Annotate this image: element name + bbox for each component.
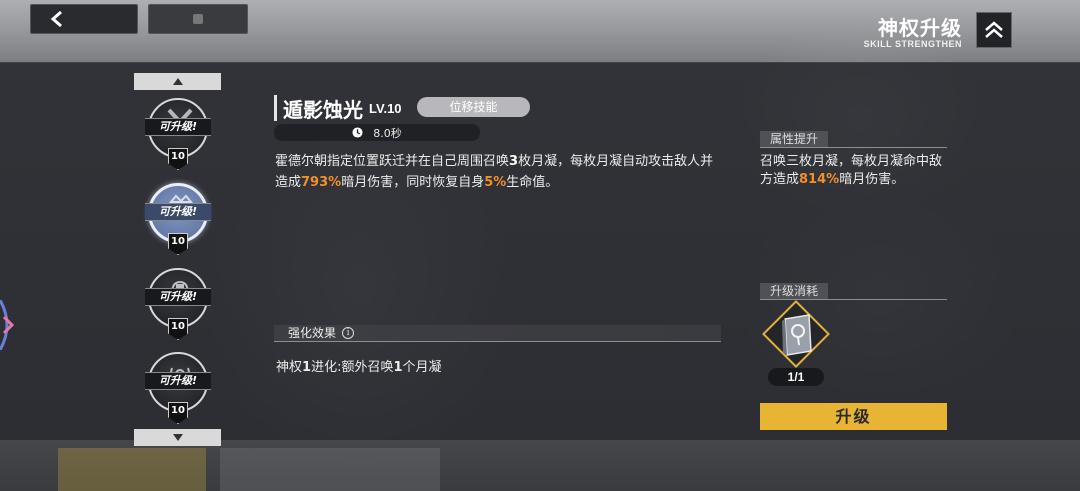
enhance-section-header: 强化效果 i xyxy=(274,325,721,342)
cost-header-label: 升级消耗 xyxy=(760,283,829,299)
skill-slot-1[interactable]: 可升级! 10 xyxy=(145,98,211,174)
enhance-number: 1 xyxy=(302,360,312,375)
collapse-button[interactable] xyxy=(976,12,1012,48)
bottom-strip xyxy=(0,440,1080,491)
upgrade-button[interactable]: 升级 xyxy=(760,403,947,430)
item-count: 1/1 xyxy=(768,368,824,386)
skill-level-badge: 10 xyxy=(168,148,188,170)
skill-name: 遁影蚀光 xyxy=(283,98,363,122)
back-button[interactable] xyxy=(30,4,138,34)
skill-level-badge: 10 xyxy=(168,233,188,255)
skill-level-badge: 10 xyxy=(168,318,188,340)
bottom-yellow-block xyxy=(58,448,206,491)
clock-icon xyxy=(352,127,363,138)
double-chevron-up-icon xyxy=(985,21,1003,38)
chevron-left-icon xyxy=(50,10,62,28)
page-title: 神权升级 xyxy=(878,16,962,40)
cost-item[interactable]: 1/1 xyxy=(762,300,830,386)
home-button[interactable] xyxy=(148,4,248,34)
upgradable-tag: 可升级! xyxy=(145,118,211,136)
enhance-text: 进化:额外召唤 xyxy=(311,360,394,375)
attribute-header: 属性提升 xyxy=(760,131,947,148)
enhance-text: 神权 xyxy=(276,360,303,375)
side-drawer-arrow-icon[interactable] xyxy=(0,300,20,350)
skill-book-icon xyxy=(782,314,812,356)
desc-highlight: 5% xyxy=(484,175,507,190)
desc-highlight: 793% xyxy=(301,175,342,190)
attribute-description: 召唤三枚月凝，每枚月凝命中敌方造成814%暗月伤害。 xyxy=(760,153,948,189)
bottom-gray-block xyxy=(220,448,440,491)
attr-text: 暗月伤害。 xyxy=(839,172,905,187)
cooldown-value: 8.0秒 xyxy=(373,126,402,140)
skill-slot-4[interactable]: 可升级! 10 xyxy=(145,352,211,428)
info-icon[interactable]: i xyxy=(342,327,355,339)
cost-header: 升级消耗 xyxy=(760,283,947,300)
skill-description: 霍德尔朝指定位置跃迁并在自己周围召唤3枚月凝，每枚月凝自动攻击敌人并造成793%… xyxy=(275,151,715,193)
skill-type-badge: 位移技能 xyxy=(417,97,530,117)
page-subtitle: SKILL STRENGTHEN xyxy=(863,39,962,49)
skill-level-badge: 10 xyxy=(168,402,188,424)
scroll-up-button[interactable] xyxy=(134,73,221,90)
skill-slot-3[interactable]: 可升级! 10 xyxy=(145,268,211,344)
skill-slot-2[interactable]: 可升级! 10 xyxy=(145,183,211,259)
desc-text: 暗月伤害，同时恢复自身 xyxy=(341,175,485,190)
attr-highlight: 814% xyxy=(799,172,840,187)
enhance-header-label: 强化效果 xyxy=(288,325,337,340)
upgradable-tag: 可升级! xyxy=(145,372,211,390)
attribute-header-label: 属性提升 xyxy=(760,131,829,147)
desc-number: 3 xyxy=(509,154,519,169)
title-accent-bar xyxy=(274,95,277,121)
enhance-number: 1 xyxy=(393,360,403,375)
skill-level: LV.10 xyxy=(369,101,402,116)
home-icon xyxy=(193,14,203,24)
upgradable-tag: 可升级! xyxy=(145,203,211,221)
upgradable-tag: 可升级! xyxy=(145,288,211,306)
triangle-up-icon xyxy=(172,78,183,85)
scroll-down-button[interactable] xyxy=(134,429,221,446)
enhance-effect: 神权1进化:额外召唤1个月凝 xyxy=(276,356,442,375)
enhance-text: 个月凝 xyxy=(402,360,442,375)
triangle-down-icon xyxy=(172,434,183,441)
desc-text: 霍德尔朝指定位置跃迁并在自己周围召唤 xyxy=(275,154,510,169)
cooldown-bar: 8.0秒 xyxy=(274,124,480,141)
desc-text: 生命值。 xyxy=(506,175,559,190)
